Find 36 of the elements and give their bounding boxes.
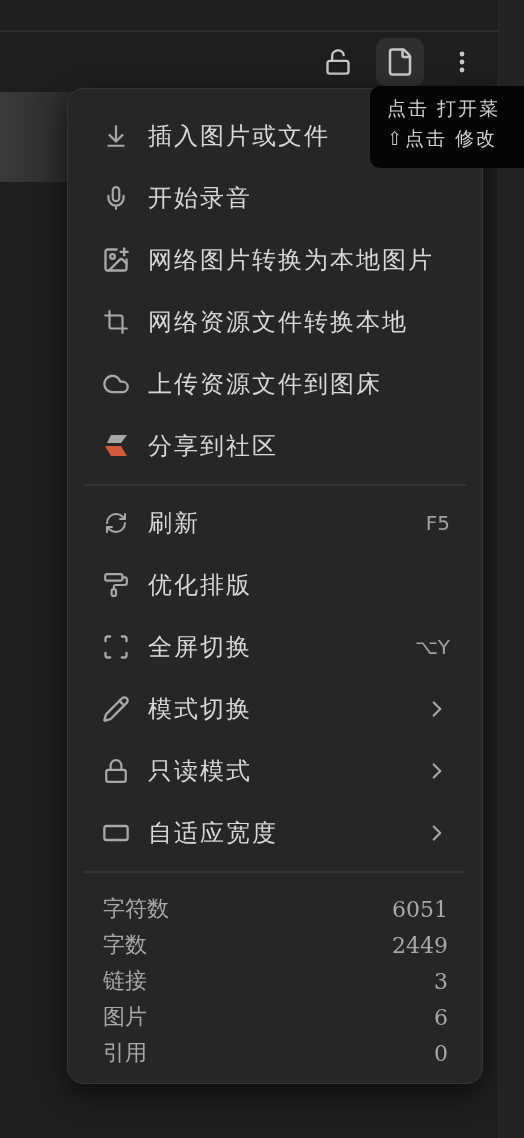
crop-icon (103, 309, 129, 335)
menu-item[interactable]: 全屏切换 ⌥Y (84, 616, 466, 678)
stat-value: 0 (434, 1040, 448, 1066)
tooltip-text: ⇧点击 修改 (387, 126, 498, 151)
stat-value: 2449 (392, 932, 448, 958)
stat-label: 字符数 (103, 895, 169, 923)
refresh-icon (104, 511, 128, 535)
stat-label: 字数 (103, 931, 147, 959)
stat-label: 图片 (103, 1003, 147, 1031)
stat-label: 引用 (103, 1039, 147, 1067)
menu-item[interactable]: 刷新 F5 (84, 492, 466, 554)
menu-item[interactable]: 自适应宽度 (84, 802, 466, 864)
menu-item[interactable]: 模式切换 (84, 678, 466, 740)
stat-label: 链接 (103, 967, 147, 995)
menu-item[interactable]: 开始录音 (84, 167, 466, 229)
fullscreen-icon (102, 633, 130, 661)
menu-item[interactable]: 分享到社区 (84, 415, 466, 477)
stat-value: 6 (434, 1004, 448, 1030)
more-icon (459, 51, 465, 73)
menu-item[interactable]: 只读模式 (84, 740, 466, 802)
menu-item[interactable]: 优化排版 (84, 554, 466, 616)
pencil-icon (102, 695, 130, 723)
image-plus-icon (102, 246, 130, 274)
unlock-icon (324, 48, 352, 76)
menu-item[interactable]: 网络图片转换为本地图片 (84, 229, 466, 291)
shortcut-label: F5 (425, 511, 450, 535)
tooltip-text: 点击 打开菜 (387, 96, 502, 121)
paint-roller-icon (103, 572, 129, 598)
stat-value: 3 (434, 968, 448, 994)
lock-icon (103, 758, 129, 784)
share-logo-icon (103, 435, 129, 457)
stat-value: 6051 (392, 896, 448, 922)
file-button[interactable] (376, 38, 424, 86)
shortcut-label: ⌥Y (414, 635, 450, 659)
menu-item[interactable]: 网络资源文件转换本地 (84, 291, 466, 353)
menu-item[interactable]: 上传资源文件到图床 (84, 353, 466, 415)
